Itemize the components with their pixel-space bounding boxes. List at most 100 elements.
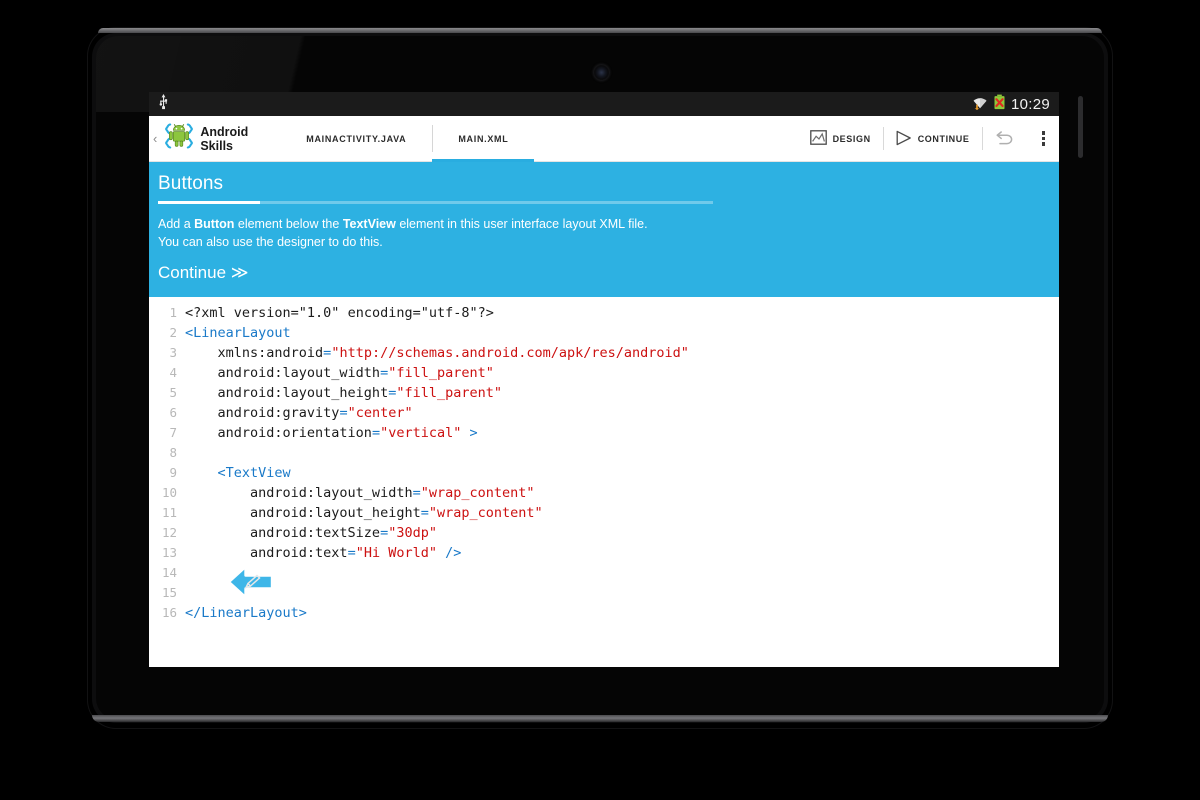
- action-bar-actions: DESIGN CONTINUE: [798, 116, 1059, 161]
- code-token: />: [436, 545, 462, 561]
- code-token: android:layout_height: [185, 385, 389, 401]
- code-line-text: android:layout_width="wrap_content": [185, 483, 535, 503]
- panel-title: Buttons: [158, 173, 224, 194]
- code-token: android:orientation: [185, 425, 372, 441]
- code-line[interactable]: 8: [149, 443, 1059, 463]
- undo-arrow-icon: [995, 129, 1015, 148]
- code-token: android:layout_height: [185, 505, 421, 521]
- code-line-text: android:gravity="center": [185, 403, 413, 423]
- overflow-menu-icon[interactable]: [1028, 116, 1060, 161]
- code-line[interactable]: 11 android:layout_height="wrap_content": [149, 503, 1059, 523]
- code-token: encoding=: [339, 305, 421, 321]
- code-token: =: [347, 545, 356, 561]
- code-line[interactable]: 5 android:layout_height="fill_parent": [149, 383, 1059, 403]
- code-line[interactable]: 12 android:textSize="30dp": [149, 523, 1059, 543]
- code-token: "fill_parent": [396, 385, 503, 401]
- status-bar-right: 10:29: [972, 94, 1059, 115]
- front-camera-icon: [594, 65, 609, 80]
- panel-body-text-3: element in this user interface layout XM…: [395, 217, 648, 231]
- overflow-dot: [1041, 136, 1045, 141]
- tablet-top-edge: [98, 28, 1102, 33]
- status-bar-clock: 10:29: [1010, 95, 1050, 113]
- line-number: 1: [169, 305, 177, 320]
- code-token: "wrap_content": [420, 485, 535, 501]
- code-token: =: [371, 425, 381, 441]
- code-token: >: [461, 425, 478, 441]
- code-token: <LinearLayout: [185, 325, 291, 341]
- code-token: =: [339, 405, 348, 421]
- line-number: 10: [161, 485, 177, 500]
- edit-here-arrow-icon[interactable]: [225, 562, 277, 602]
- instruction-panel: Buttons Add a Button element below the T…: [149, 162, 1059, 297]
- panel-body-text-1: Add a: [158, 217, 195, 231]
- line-number: 15: [161, 585, 177, 600]
- wifi-icon: [972, 94, 988, 115]
- line-number: 13: [161, 545, 177, 560]
- code-token: "utf-8": [420, 305, 478, 321]
- code-token: "vertical": [380, 425, 462, 441]
- code-token: </LinearLayout>: [185, 605, 307, 621]
- line-number: 14: [161, 565, 177, 580]
- line-number: 3: [169, 345, 177, 360]
- tablet-bottom-edge: [92, 715, 1108, 722]
- code-line[interactable]: 4 android:layout_width="fill_parent": [149, 363, 1059, 383]
- up-caret-icon[interactable]: ‹: [153, 132, 157, 145]
- code-token: "Hi World": [355, 545, 437, 561]
- tablet-screen: 10:29 ‹ Android Skills MAINACTIVITY.JAVA…: [149, 92, 1059, 667]
- code-line[interactable]: 15: [149, 583, 1059, 603]
- line-number: 5: [169, 385, 177, 400]
- panel-body-bold-textview: TextView: [342, 217, 396, 231]
- tab-main-xml[interactable]: MAIN.XML: [432, 116, 535, 162]
- line-number: 4: [169, 365, 177, 380]
- design-button[interactable]: DESIGN: [798, 116, 883, 161]
- line-number: 2: [169, 325, 177, 340]
- code-line[interactable]: 10 android:layout_width="wrap_content": [149, 483, 1059, 503]
- code-token: <TextView: [217, 465, 291, 481]
- code-token: "30dp": [388, 525, 437, 541]
- code-line[interactable]: 16 </LinearLayout>: [149, 603, 1059, 623]
- undo-button[interactable]: [981, 116, 1028, 161]
- overflow-dot: [1041, 142, 1045, 146]
- panel-body-line-2: You can also use the designer to do this…: [158, 234, 383, 249]
- status-bar: 10:29: [149, 92, 1059, 116]
- tab-label: MAIN.XML: [458, 133, 509, 144]
- code-line-text: android:layout_height="wrap_content": [185, 503, 543, 523]
- continue-label: CONTINUE: [917, 133, 970, 144]
- code-line[interactable]: 9 <TextView: [149, 463, 1059, 483]
- design-label: DESIGN: [832, 133, 871, 144]
- code-line[interactable]: 7 android:orientation="vertical" >: [149, 423, 1059, 443]
- code-editor[interactable]: 1 <?xml version="1.0" encoding="utf-8"?> 2…: [149, 297, 1059, 667]
- panel-body: Add a Button element below the TextView …: [158, 216, 1045, 251]
- battery-error-icon: [993, 94, 1006, 115]
- image-icon: [809, 130, 827, 147]
- app-title: Android Skills: [200, 124, 249, 153]
- tab-label: MAINACTIVITY.JAVA: [306, 133, 407, 144]
- code-token: android:layout_width: [185, 365, 381, 381]
- code-line-text: <LinearLayout: [185, 323, 291, 343]
- panel-body-text-2: element below the: [234, 217, 343, 231]
- action-bar: ‹ Android Skills MAINACTIVITY.JAVA MAIN.…: [149, 116, 1059, 162]
- code-token: "fill_parent": [388, 365, 494, 381]
- code-line[interactable]: 13 android:text="Hi World" />: [149, 543, 1059, 563]
- app-home-button[interactable]: ‹ Android Skills: [149, 116, 258, 161]
- code-token: android:textSize: [185, 525, 381, 541]
- code-line-text: android:text="Hi World" />: [185, 543, 461, 563]
- code-line[interactable]: 2 <LinearLayout: [149, 323, 1059, 343]
- play-triangle-icon: [895, 130, 912, 148]
- code-token: =: [420, 505, 429, 521]
- code-line-text: android:orientation="vertical" >: [185, 423, 478, 443]
- code-line[interactable]: 3 xmlns:android="http://schemas.android.…: [149, 343, 1059, 363]
- line-number: 11: [161, 505, 177, 520]
- android-robot-icon: [162, 120, 196, 157]
- code-line[interactable]: 6 android:gravity="center": [149, 403, 1059, 423]
- code-line[interactable]: 1 <?xml version="1.0" encoding="utf-8"?>: [149, 303, 1059, 323]
- code-lines-container: 1 <?xml version="1.0" encoding="utf-8"?> 2…: [149, 303, 1059, 623]
- tab-mainactivity-java[interactable]: MAINACTIVITY.JAVA: [280, 116, 432, 161]
- code-line-text: <?xml version="1.0" encoding="utf-8"?>: [185, 303, 494, 323]
- continue-button[interactable]: CONTINUE: [882, 116, 982, 161]
- code-line-text: xmlns:android="http://schemas.android.co…: [185, 343, 689, 363]
- panel-continue-link[interactable]: Continue ≫: [158, 263, 1045, 283]
- code-line[interactable]: 14: [149, 563, 1059, 583]
- code-line-text: <TextView: [185, 463, 291, 483]
